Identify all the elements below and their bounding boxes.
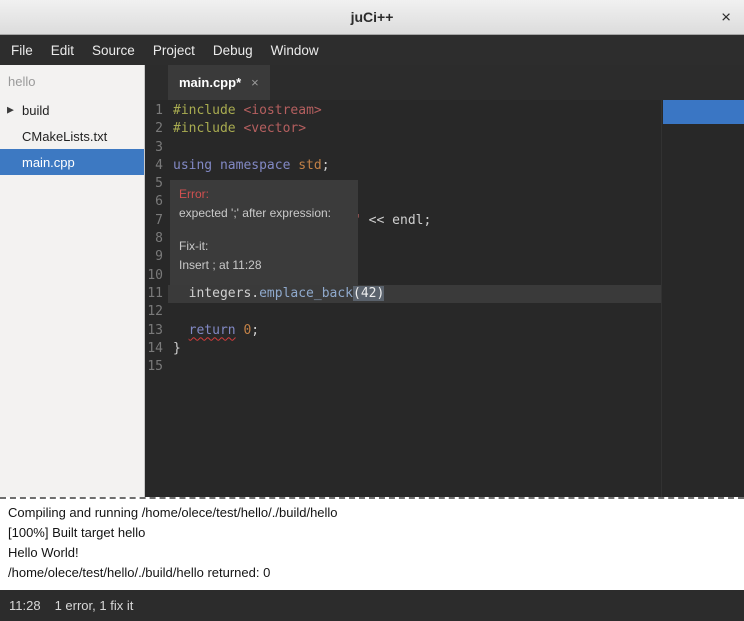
code-line[interactable]: using namespace std; [168, 157, 744, 175]
file-tree: ▶ build CMakeLists.txt main.cpp [0, 97, 144, 175]
code-line[interactable]: return 0; [168, 322, 744, 340]
line-number: 6 [145, 193, 163, 211]
tree-item-label: build [22, 103, 49, 118]
tree-item-build[interactable]: ▶ build [0, 97, 144, 123]
menu-item-debug[interactable]: Debug [204, 38, 262, 63]
tooltip-fixit-text: Insert ; at 11:28 [179, 256, 349, 275]
tree-item-main-cpp[interactable]: main.cpp [0, 149, 144, 175]
window-close-button[interactable]: × [721, 9, 731, 26]
expander-icon[interactable]: ▶ [7, 105, 14, 116]
line-number: 10 [145, 267, 163, 285]
main-content: hello ▶ build CMakeLists.txt main.cpp main.… [0, 65, 744, 497]
diagnostic-tooltip: Error: expected ';' after expression: Fi… [170, 180, 358, 285]
diagnostics-summary: 1 error, 1 fix it [55, 598, 134, 613]
sidebar: hello ▶ build CMakeLists.txt main.cpp [0, 65, 145, 497]
editor-area: main.cpp* × 123456789101112131415 #inclu… [145, 65, 744, 497]
status-bar: 11:28 1 error, 1 fix it [0, 590, 744, 621]
project-name: hello [0, 65, 144, 97]
line-number: 11 [145, 285, 163, 303]
line-number: 7 [145, 212, 163, 230]
code-line[interactable]: #include <vector> [168, 120, 744, 138]
title-bar: juCi++ × [0, 0, 744, 35]
line-number: 2 [145, 120, 163, 138]
console-line: /home/olece/test/hello/./build/hello ret… [8, 563, 736, 583]
tab-bar: main.cpp* × [145, 65, 744, 100]
console-line: Compiling and running /home/olece/test/h… [8, 503, 736, 523]
tab-label: main.cpp* [179, 75, 241, 90]
app-window: juCi++ × FileEditSourceProjectDebugWindo… [0, 0, 744, 621]
line-number-gutter: 123456789101112131415 [145, 100, 168, 497]
code-line[interactable]: integers.emplace_back(42) [168, 285, 661, 303]
menu-item-file[interactable]: File [2, 38, 42, 63]
cursor-position: 11:28 [9, 598, 41, 613]
tab-close-icon[interactable]: × [251, 75, 259, 90]
line-number: 3 [145, 139, 163, 157]
menu-bar: FileEditSourceProjectDebugWindow [0, 35, 744, 65]
code-line[interactable] [168, 303, 744, 321]
tree-item-cmakelists-txt[interactable]: CMakeLists.txt [0, 123, 144, 149]
code-line[interactable]: } [168, 340, 744, 358]
tree-item-label: main.cpp [22, 155, 75, 170]
console-line: Hello World! [8, 543, 736, 563]
right-margin-line [661, 100, 662, 497]
menu-item-window[interactable]: Window [262, 38, 328, 63]
line-number: 5 [145, 175, 163, 193]
line-number: 4 [145, 157, 163, 175]
line-number: 13 [145, 322, 163, 340]
tooltip-fixit-label: Fix-it: [179, 237, 349, 256]
menu-item-source[interactable]: Source [83, 38, 144, 63]
code-editor[interactable]: 123456789101112131415 #include <iostream… [145, 100, 744, 497]
line-number: 15 [145, 358, 163, 376]
line-number: 9 [145, 248, 163, 266]
menu-item-project[interactable]: Project [144, 38, 204, 63]
line-number: 12 [145, 303, 163, 321]
line-number: 1 [145, 102, 163, 120]
code-area[interactable]: #include <iostream>#include <vector> usin… [168, 100, 744, 497]
tooltip-error-label: Error: [179, 185, 349, 204]
tab-main-cpp[interactable]: main.cpp* × [168, 65, 270, 100]
tree-item-label: CMakeLists.txt [22, 129, 107, 144]
window-title: juCi++ [351, 9, 394, 25]
tooltip-error-text: expected ';' after expression: [179, 204, 349, 223]
code-line[interactable] [168, 139, 744, 157]
menu-item-edit[interactable]: Edit [42, 38, 83, 63]
line-number: 14 [145, 340, 163, 358]
code-line[interactable]: #include <iostream> [168, 102, 744, 120]
console-line: [100%] Built target hello [8, 523, 736, 543]
build-output-console[interactable]: Compiling and running /home/olece/test/h… [0, 497, 744, 590]
line-number: 8 [145, 230, 163, 248]
code-line[interactable] [168, 358, 744, 376]
scrollbar-thumb[interactable] [663, 100, 744, 124]
